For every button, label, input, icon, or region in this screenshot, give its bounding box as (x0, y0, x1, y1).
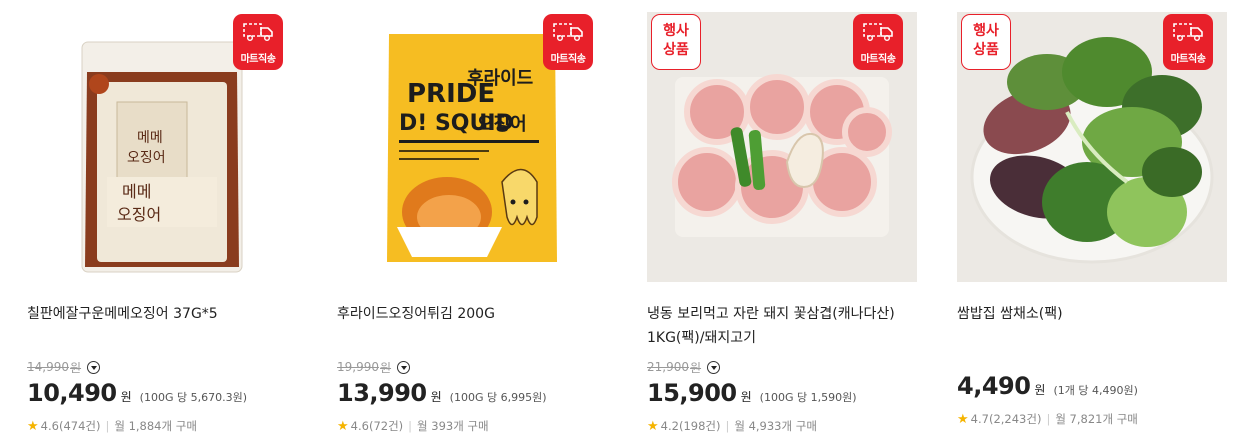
star-icon: ★ (337, 418, 349, 434)
original-price-row: 19,990 원 (337, 357, 607, 377)
monthly-sales: 월 4,933개 구매 (734, 419, 817, 433)
price-row: 13,990 원 (100G 당 6,995원) (337, 379, 607, 411)
review-count[interactable]: (2,243건) (989, 411, 1041, 427)
rating-row: ★ 4.7 (2,243건) | 월 7,821개 구매 (957, 410, 1227, 428)
product-card[interactable]: 행사 상품 마트직송 냉동 보리먹고 자란 돼지 꽃삼겹(캐나다산) 1KG(팩… (647, 12, 917, 435)
mart-badge-label: 마트직송 (1170, 54, 1206, 65)
event-badge: 행사 상품 (651, 14, 701, 70)
event-badge-line: 상품 (973, 42, 999, 58)
rating-row: ★ 4.6 (474건) | 월 1,884개 구매 (27, 417, 297, 435)
truck-icon (553, 23, 583, 41)
product-card[interactable]: PRIDE D! SQUID 후라이드 오징어 마트직송 후라이드오징어튀김 2… (337, 12, 607, 435)
svg-text:오징어: 오징어 (127, 150, 166, 166)
mart-delivery-badge: 마트직송 (543, 14, 593, 70)
sale-price: 10,490 (27, 379, 117, 407)
svg-text:메메: 메메 (137, 130, 163, 146)
monthly-sales: 월 393개 구매 (417, 419, 489, 433)
original-price-row: 14,990 원 (27, 357, 297, 377)
original-price: 19,990 (337, 360, 379, 374)
original-price: 21,900 (647, 360, 689, 374)
product-card[interactable]: 메메 오징어 메메 오징어 마트직송 칠판에잘구운메메오징어 37G*5 14,… (27, 12, 297, 435)
sale-price: 15,900 (647, 379, 737, 407)
divider: | (408, 419, 413, 433)
rating-value: 4.6 (350, 419, 369, 433)
rating-value: 4.7 (970, 412, 989, 426)
product-title[interactable]: 후라이드오징어튀김 200G (337, 302, 607, 350)
sale-price: 13,990 (337, 379, 427, 407)
truck-icon (863, 23, 893, 41)
unit-price: (100G 당 5,670.3원) (139, 391, 247, 404)
review-count[interactable]: (198건) (679, 418, 721, 434)
mart-delivery-badge: 마트직송 (1163, 14, 1213, 70)
rating-row: ★ 4.6 (72건) | 월 393개 구매 (337, 417, 607, 435)
original-price-unit: 원 (690, 360, 702, 375)
unit-price: (100G 당 6,995원) (449, 391, 547, 404)
star-icon: ★ (27, 418, 39, 434)
truck-icon (243, 23, 273, 41)
chevron-down-icon[interactable] (707, 360, 721, 374)
monthly-sales: 월 1,884개 구매 (114, 419, 197, 433)
mart-badge-label: 마트직송 (550, 54, 586, 65)
mart-delivery-badge: 마트직송 (233, 14, 283, 70)
star-icon: ★ (957, 411, 969, 427)
unit-price: (1개 당 4,490원) (1053, 384, 1138, 397)
truck-icon (1173, 23, 1203, 41)
currency: 원 (740, 390, 752, 404)
currency: 원 (430, 390, 442, 404)
divider: | (105, 419, 110, 433)
event-badge-line: 상품 (663, 42, 689, 58)
svg-text:오징어: 오징어 (117, 205, 161, 224)
rating-row: ★ 4.2 (198건) | 월 4,933개 구매 (647, 417, 917, 435)
chevron-down-icon[interactable] (397, 360, 411, 374)
chevron-down-icon[interactable] (87, 360, 101, 374)
rating-value: 4.2 (660, 419, 679, 433)
product-title[interactable]: 칠판에잘구운메메오징어 37G*5 (27, 302, 297, 350)
product-grid: 메메 오징어 메메 오징어 마트직송 칠판에잘구운메메오징어 37G*5 14,… (0, 0, 1247, 447)
price-row: 4,490 원 (1개 당 4,490원) (957, 372, 1227, 404)
original-price-unit: 원 (70, 360, 82, 375)
product-image[interactable]: 행사 상품 마트직송 (957, 12, 1227, 282)
mart-delivery-badge: 마트직송 (853, 14, 903, 70)
mart-badge-label: 마트직송 (860, 54, 896, 65)
divider: | (725, 419, 730, 433)
price-row: 15,900 원 (100G 당 1,590원) (647, 379, 917, 411)
unit-price: (100G 당 1,590원) (759, 391, 857, 404)
currency: 원 (1034, 383, 1046, 397)
package-text: 오징어 (477, 114, 527, 135)
product-title[interactable]: 냉동 보리먹고 자란 돼지 꽃삼겹(캐나다산) 1KG(팩)/돼지고기 (647, 302, 917, 350)
review-count[interactable]: (72건) (369, 418, 403, 434)
product-image[interactable]: PRIDE D! SQUID 후라이드 오징어 마트직송 (337, 12, 607, 282)
package-text: 후라이드 (467, 68, 533, 89)
product-image[interactable]: 메메 오징어 메메 오징어 마트직송 (27, 12, 297, 282)
mart-badge-label: 마트직송 (240, 54, 276, 65)
price-row: 10,490 원 (100G 당 5,670.3원) (27, 379, 297, 411)
monthly-sales: 월 7,821개 구매 (1055, 412, 1138, 426)
review-count[interactable]: (474건) (59, 418, 101, 434)
product-title[interactable]: 쌈밥집 쌈채소(팩) (957, 302, 1227, 350)
event-badge: 행사 상품 (961, 14, 1011, 70)
product-image[interactable]: 행사 상품 마트직송 (647, 12, 917, 282)
original-price-row: 21,900 원 (647, 357, 917, 377)
star-icon: ★ (647, 418, 659, 434)
currency: 원 (120, 390, 132, 404)
original-price-unit: 원 (380, 360, 392, 375)
rating-value: 4.6 (40, 419, 59, 433)
divider: | (1046, 412, 1051, 426)
product-card[interactable]: 행사 상품 마트직송 쌈밥집 쌈채소(팩) 4,490 원 (1개 당 4,49… (957, 12, 1227, 428)
event-badge-line: 행사 (973, 23, 999, 39)
sale-price: 4,490 (957, 372, 1031, 400)
event-badge-line: 행사 (663, 23, 689, 39)
svg-text:메메: 메메 (122, 182, 151, 201)
original-price: 14,990 (27, 360, 69, 374)
